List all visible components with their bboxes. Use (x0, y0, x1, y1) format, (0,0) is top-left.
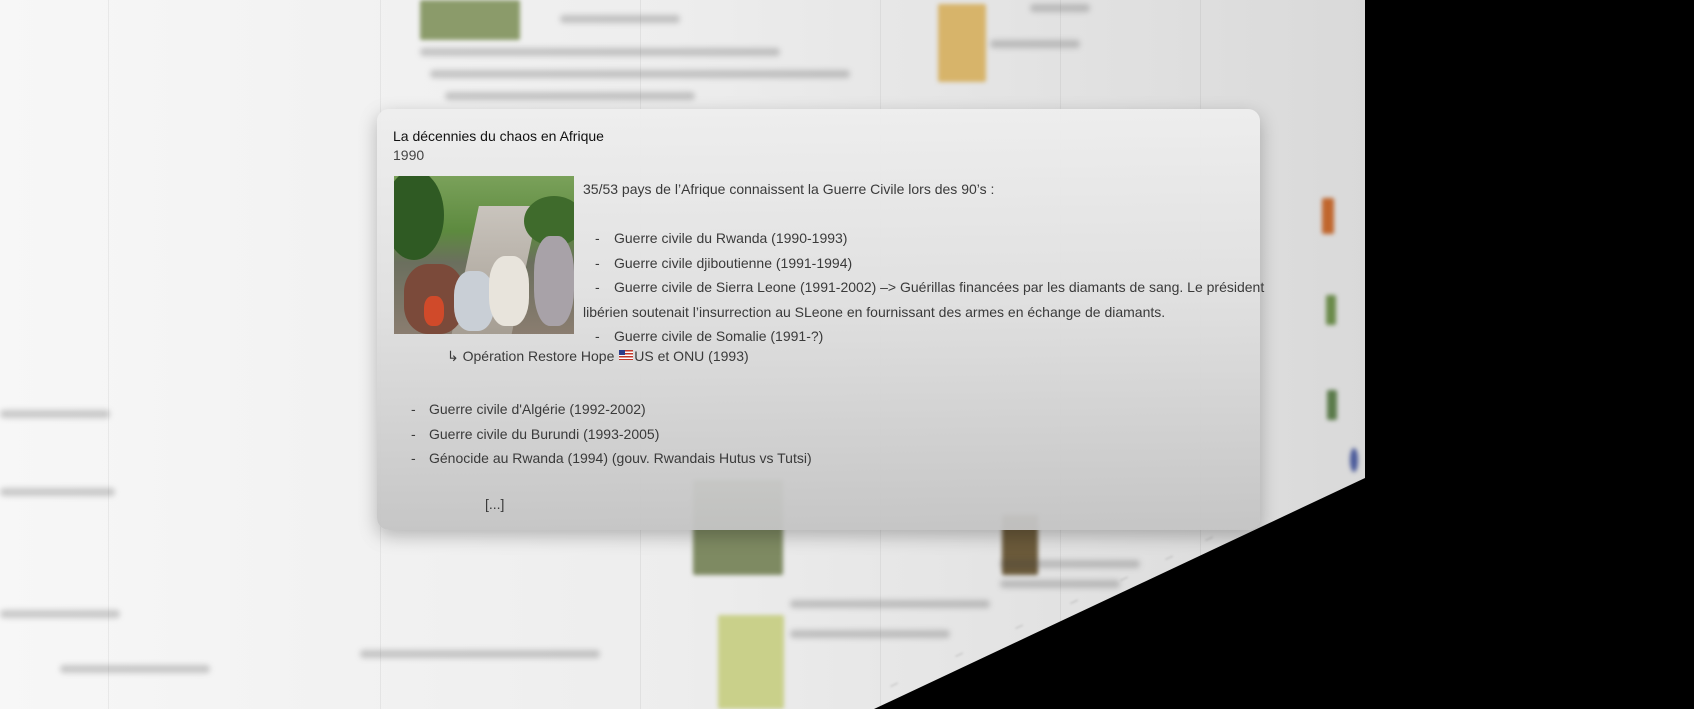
timeline-event-card[interactable]: La décennies du chaos en Afrique 1990 35… (377, 109, 1264, 530)
timeline-ruler-tick: — (1068, 595, 1080, 608)
background-blur-text (990, 40, 1080, 48)
bullet-dash: - (595, 328, 600, 344)
timeline-ruler-tick: — (1013, 620, 1025, 633)
background-blur-text (1030, 4, 1090, 12)
sub-item-suffix: US et ONU (1993) (634, 348, 749, 364)
sub-item-prefix: Opération Restore Hope (462, 348, 615, 364)
list-item: - Guerre civile djiboutienne (1991-1994) (583, 251, 1253, 276)
event-year: 1990 (393, 147, 425, 163)
background-blur-text (560, 15, 680, 23)
bullet-dash: - (595, 254, 600, 271)
lower-list: - Guerre civile d'Algérie (1992-2002) - Gu… (411, 397, 812, 471)
bullet-dash: - (411, 401, 416, 417)
background-blur-text (1000, 580, 1120, 588)
list-item-text: Guerre civile de Sierra Leone (1991-2002… (614, 279, 1265, 295)
background-event-thumbnail (1322, 198, 1334, 234)
background-event-thumbnail (1326, 295, 1336, 325)
background-blur-text (445, 92, 695, 100)
list-item-text: Guerre civile djiboutienne (1991-1994) (614, 254, 853, 271)
background-blur-text (0, 488, 115, 496)
background-blur-text (60, 665, 210, 673)
return-arrow-icon: ↳ (447, 348, 459, 364)
list-item: - Guerre civile du Rwanda (1990-1993) (583, 226, 1253, 251)
event-description: 35/53 pays de l’Afrique connaissent la G… (583, 177, 1264, 349)
background-blur-text (360, 650, 600, 658)
list-item: - Guerre civile d'Algérie (1992-2002) (411, 397, 812, 422)
bullet-dash: - (595, 230, 600, 246)
background-event-thumbnail (1327, 390, 1337, 420)
background-blur-text (0, 410, 110, 418)
list-item-text: Guerre civile d'Algérie (1992-2002) (429, 401, 646, 417)
timeline-ruler-tick: — (1163, 551, 1175, 564)
background-event-thumbnail (420, 0, 520, 40)
background-event-thumbnail (938, 4, 986, 82)
us-flag-icon (619, 350, 634, 360)
background-blur-text (790, 600, 990, 608)
background-event-thumbnail (718, 615, 784, 709)
background-blur-text (0, 610, 120, 618)
list-item: - Génocide au Rwanda (1994) (gouv. Rwanda… (411, 446, 812, 471)
timeline-ruler-tick: — (1118, 572, 1130, 585)
list-item: - Guerre civile du Burundi (1993-2005) (411, 422, 812, 447)
background-blur-text (790, 630, 950, 638)
list-item-continuation: libérien soutenait l’insurrection au SLe… (583, 303, 1166, 320)
event-title: La décennies du chaos en Afrique (393, 128, 604, 144)
background-event-thumbnail (1350, 448, 1358, 472)
list-item: - Guerre civile de Somalie (1991-?) (583, 324, 1253, 349)
bullet-dash: - (411, 450, 416, 466)
more-ellipsis: [...] (485, 496, 505, 512)
list-item-text: Génocide au Rwanda (1994) (gouv. Rwandai… (429, 450, 812, 466)
bullet-dash: - (595, 279, 600, 295)
list-item-text: Guerre civile de Somalie (1991-?) (614, 328, 824, 344)
event-photo (394, 176, 574, 334)
timeline-gridline (108, 0, 109, 709)
photo-tree-shape (394, 176, 444, 260)
timeline-ruler-tick: — (953, 648, 965, 661)
timeline-ruler-tick: — (888, 678, 900, 691)
timeline-ruler-tick: — (1203, 532, 1215, 545)
sub-item-restore-hope: ↳ Opération Restore Hope US et ONU (1993… (447, 348, 749, 365)
photo-crowd-shape (489, 256, 529, 326)
background-blur-text (420, 48, 780, 56)
photo-crowd-shape (454, 271, 494, 331)
list-item-text: Guerre civile du Burundi (1993-2005) (429, 425, 660, 442)
timeline-stage: — — — — — — — — La décennies du chaos en… (0, 0, 1694, 709)
list-item: - Guerre civile de Sierra Leone (1991-200… (583, 275, 1264, 300)
intro-text: 35/53 pays de l’Afrique connaissent la G… (583, 181, 995, 197)
photo-crowd-shape (534, 236, 574, 326)
bullet-dash: - (411, 425, 416, 442)
background-blur-text (430, 70, 850, 78)
photo-crowd-shape (424, 296, 444, 326)
background-blur-text (1000, 560, 1140, 568)
list-item-text: Guerre civile du Rwanda (1990-1993) (614, 230, 848, 246)
